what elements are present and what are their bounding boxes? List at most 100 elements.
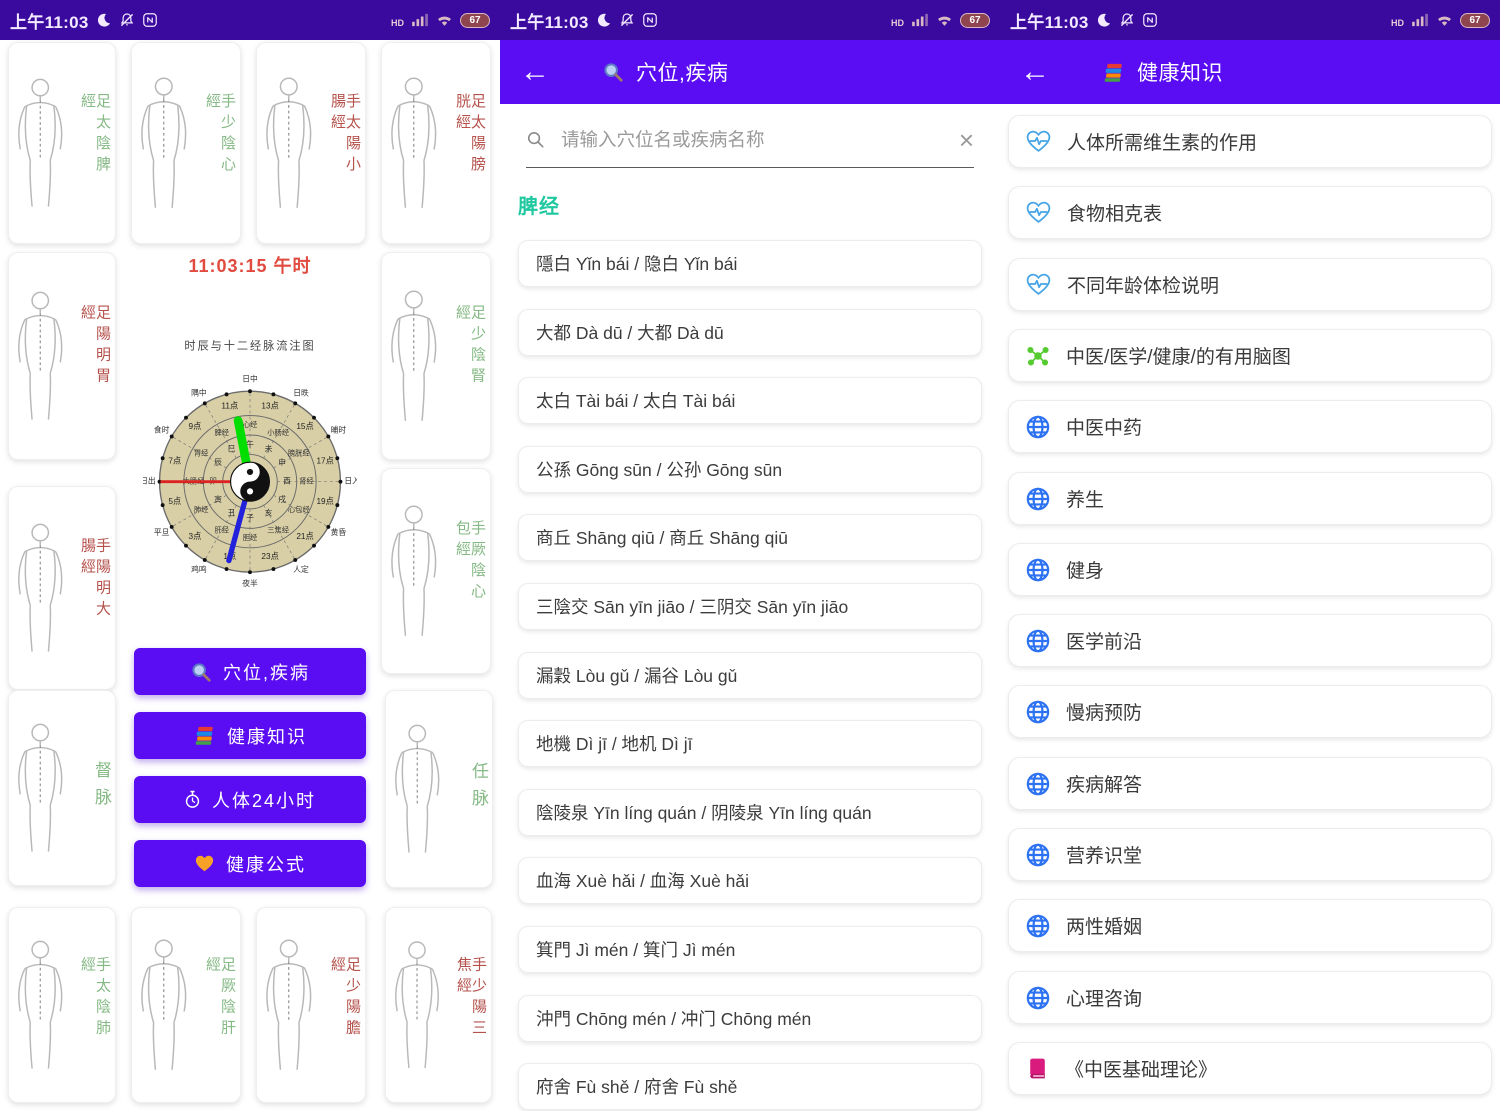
bell-muted-icon [1119,12,1135,28]
svg-text:11点: 11点 [221,402,238,411]
knowledge-item-8[interactable]: 医学前沿 [1008,614,1492,667]
knowledge-item-3[interactable]: 不同年龄体检说明 [1008,258,1492,311]
globe-icon [1025,557,1051,583]
battery-icon: 67 [960,13,990,28]
acupoint-item-3[interactable]: 太白 Tài bái / 太白 Tài bái [518,377,982,424]
meridian-card-4[interactable]: 足太陽膀胱經 [381,42,491,244]
svg-text:辰: 辰 [214,458,222,467]
page-title: 穴位,疾病 [636,57,728,87]
hd-badge: HD [1391,18,1404,28]
button-label: 人体24小时 [212,787,316,813]
molecule-icon [1025,343,1051,369]
signal-icon [911,13,929,27]
meridian-label: 手少陰心經 [205,93,235,193]
knowledge-item-14[interactable]: 《中医基础理论》 [1008,1042,1492,1095]
status-bar: 上午11:03 HD 67 [1000,0,1500,40]
svg-text:心包经: 心包经 [288,505,311,514]
knowledge-item-11[interactable]: 营养识堂 [1008,828,1492,881]
meridian-card-12[interactable]: 足厥陰肝經 [131,907,241,1103]
acupoint-item-4[interactable]: 公孫 Gōng sūn / 公孙 Gōng sūn [518,446,982,493]
acupoint-item-13[interactable]: 府舍 Fù shě / 府舍 Fù shě [518,1063,982,1110]
back-button[interactable]: ← [520,57,550,87]
knowledge-item-12[interactable]: 两性婚姻 [1008,899,1492,952]
back-button[interactable]: ← [1020,57,1050,87]
knowledge-label: 不同年龄体检说明 [1067,271,1219,298]
clear-icon[interactable]: × [959,127,974,153]
knowledge-item-1[interactable]: 人体所需维生素的作用 [1008,115,1492,168]
wifi-icon [936,14,953,27]
meridian-card-5[interactable]: 足陽明胃經 [8,252,116,460]
meridian-label: 督脉 [93,761,110,815]
meridian-label: 足太陰脾經 [80,93,110,193]
svg-text:21点: 21点 [296,532,313,541]
meridian-label: 足少陽膽經 [330,957,360,1054]
knowledge-item-4[interactable]: 中医/医学/健康/的有用脑图 [1008,329,1492,382]
acupoint-item-5[interactable]: 商丘 Shāng qiū / 商丘 Shāng qiū [518,514,982,561]
meridian-card-9[interactable]: 督脉 [8,690,116,886]
knowledge-item-9[interactable]: 慢病预防 [1008,685,1492,738]
knowledge-item-5[interactable]: 中医中药 [1008,400,1492,453]
acupoint-item-10[interactable]: 血海 Xuè hǎi / 血海 Xuè hǎi [518,857,982,904]
app-bar: ← 健康知识 [1000,40,1500,104]
knowledge-item-13[interactable]: 心理咨询 [1008,971,1492,1024]
knowledge-label: 中医中药 [1066,413,1142,440]
moon-icon [596,12,612,28]
knowledge-label: 医学前沿 [1066,627,1142,654]
acupoint-item-2[interactable]: 大都 Dà dū / 大都 Dà dū [518,309,982,356]
meridian-card-11[interactable]: 手太陰肺經 [8,907,116,1103]
knowledge-label: 两性婚姻 [1066,912,1142,939]
svg-text:胃经: 胃经 [194,448,209,457]
acupoint-item-9[interactable]: 陰陵泉 Yīn líng quán / 阴陵泉 Yīn líng quán [518,789,982,836]
knowledge-item-10[interactable]: 疾病解答 [1008,757,1492,810]
button-label: 健康公式 [226,851,306,877]
knowledge-item-6[interactable]: 养生 [1008,472,1492,525]
hd-badge: HD [391,18,404,28]
home-button-4[interactable]: 健康公式 [134,840,366,887]
globe-icon [1025,414,1051,440]
search-field: × [526,112,974,168]
meridian-card-7[interactable]: 手陽明大腸經 [8,486,116,690]
meridian-card-8[interactable]: 手厥陰心包經 [381,468,491,674]
svg-text:日入: 日入 [344,477,357,486]
svg-text:心经: 心经 [243,420,258,429]
globe-icon [1025,985,1051,1011]
search-emoji-icon [190,661,212,683]
acupoint-item-11[interactable]: 箕門 Jì mén / 箕门 Jì mén [518,926,982,973]
book-pink-icon [1025,1056,1050,1081]
acupoint-item-12[interactable]: 沖門 Chōng mén / 冲门 Chōng mén [518,995,982,1042]
home-button-2[interactable]: 健康知识 [134,712,366,759]
knowledge-label: 营养识堂 [1066,841,1142,868]
svg-text:日中: 日中 [242,374,258,384]
meridian-card-1[interactable]: 足太陰脾經 [8,42,116,244]
books-icon [1102,61,1125,84]
meridian-card-3[interactable]: 手太陽小腸經 [256,42,366,244]
meridian-card-6[interactable]: 足少陰腎經 [381,252,491,460]
meridian-card-10[interactable]: 任脉 [385,690,493,888]
heart-pulse-icon [1025,272,1052,297]
svg-text:黄昏: 黄昏 [331,527,347,537]
meridian-card-14[interactable]: 手少陽三焦經 [385,907,492,1103]
acupoint-item-1[interactable]: 隱白 Yǐn bái / 隐白 Yǐn bái [518,240,982,287]
knowledge-item-7[interactable]: 健身 [1008,543,1492,596]
knowledge-item-2[interactable]: 食物相克表 [1008,186,1492,239]
svg-text:15点: 15点 [296,422,313,431]
nfc-icon [142,12,158,28]
acupoint-item-8[interactable]: 地機 Dì jī / 地机 Dì jī [518,720,982,767]
globe-icon [1025,628,1051,654]
meridian-card-13[interactable]: 足少陽膽經 [256,907,366,1103]
svg-text:19点: 19点 [316,497,333,506]
home-button-3[interactable]: 人体24小时 [134,776,366,823]
hd-badge: HD [891,18,904,28]
search-input[interactable] [559,128,945,152]
acupoint-item-7[interactable]: 漏穀 Lòu gǔ / 漏谷 Lòu gǔ [518,652,982,699]
svg-text:肝经: 肝经 [215,525,230,534]
signal-icon [411,13,429,27]
svg-text:17点: 17点 [316,457,333,466]
svg-text:7点: 7点 [168,457,181,466]
home-button-1[interactable]: 穴位,疾病 [134,648,366,695]
time-display: 11:03:15 午时 [0,252,500,278]
svg-text:戌: 戌 [278,494,286,504]
meridian-card-2[interactable]: 手少陰心經 [131,42,241,244]
svg-text:亥: 亥 [265,508,273,518]
acupoint-item-6[interactable]: 三陰交 Sān yīn jiāo / 三阴交 Sān yīn jiāo [518,583,982,630]
